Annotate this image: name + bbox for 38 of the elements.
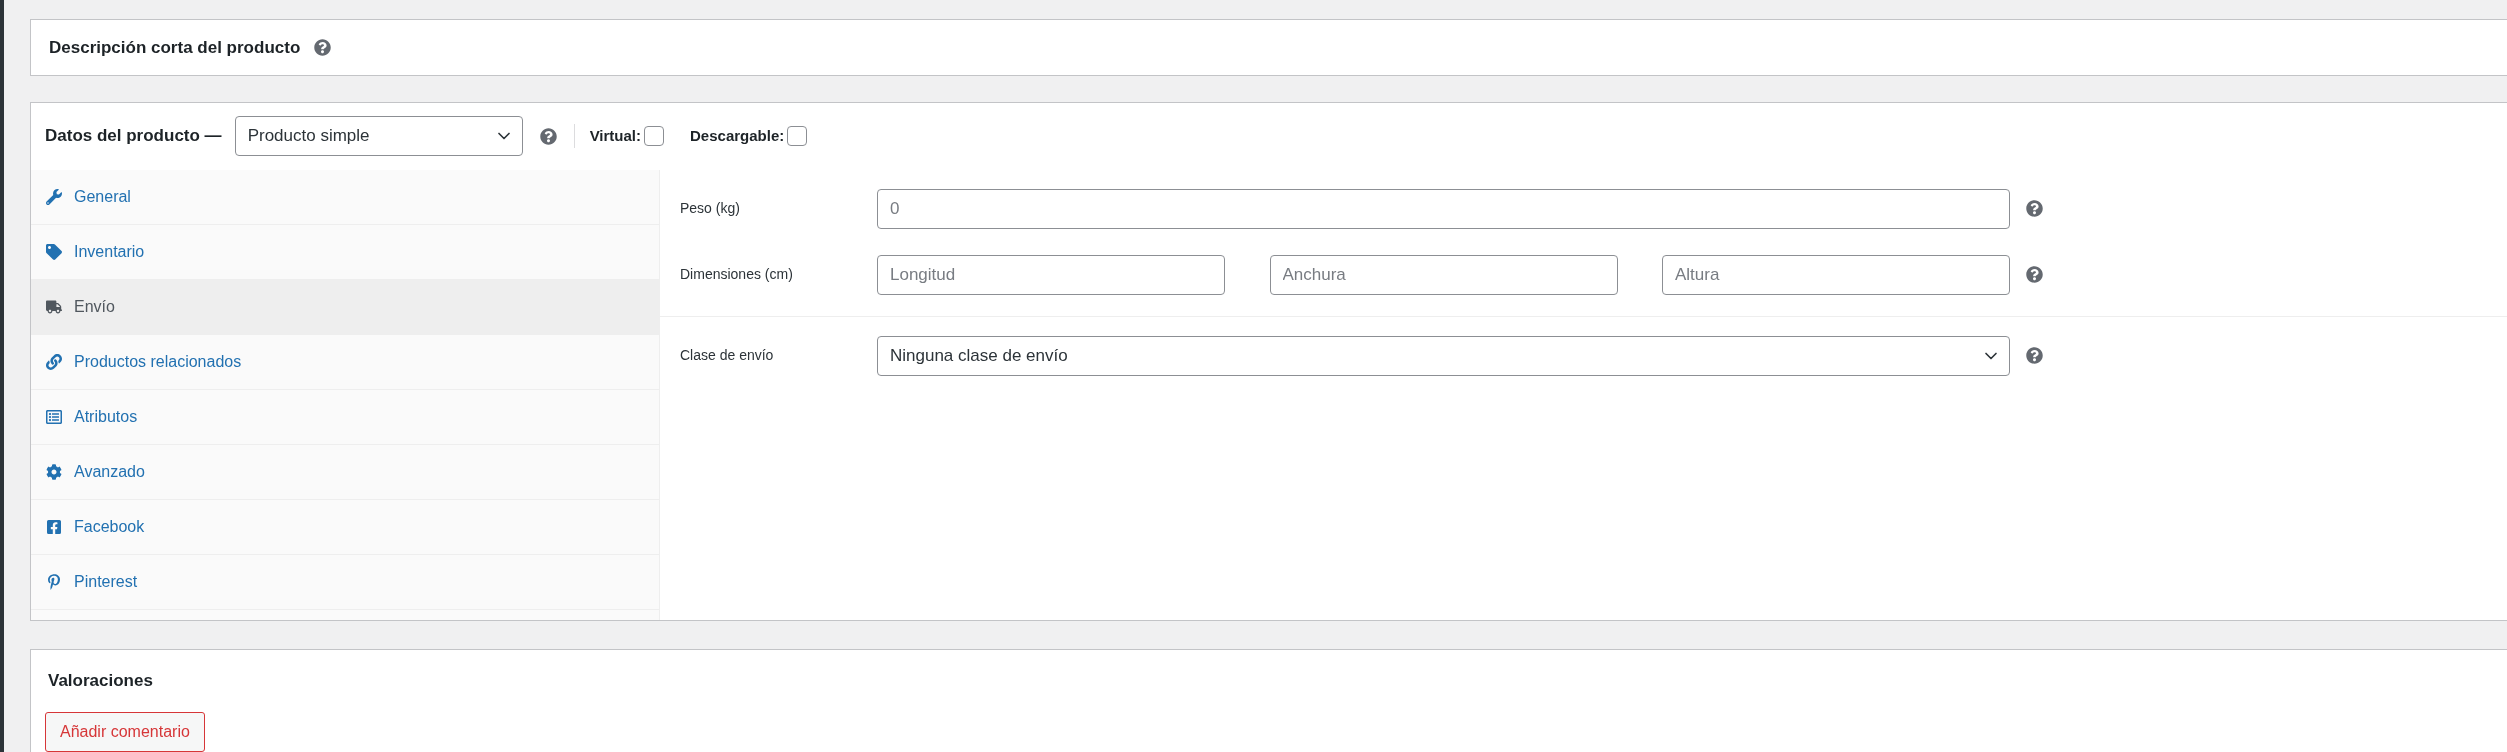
checkbox-label: Descargable: <box>690 125 785 146</box>
help-icon[interactable] <box>314 38 332 56</box>
tag-icon <box>46 243 62 260</box>
checkbox[interactable] <box>787 126 808 147</box>
pinterest-icon <box>46 573 62 590</box>
help-icon[interactable] <box>2026 347 2043 365</box>
panel-title: Descripción corta del producto <box>49 36 301 59</box>
sidebar-tab[interactable]: Avanzado <box>31 444 659 500</box>
wrench-icon <box>46 188 62 205</box>
panel-title: Valoraciones <box>47 669 154 692</box>
weight-input[interactable]: 0 <box>877 188 2010 229</box>
panel-title: Datos del producto — <box>45 125 222 148</box>
sidebar-tab[interactable]: Pinterest <box>31 554 659 610</box>
settings-icon <box>46 463 62 480</box>
facebook-icon <box>46 518 62 535</box>
help-icon[interactable] <box>539 127 557 145</box>
dimension-input[interactable]: Longitud <box>877 254 1225 295</box>
field-label: Peso (kg) <box>680 199 741 219</box>
field-label: Dimensiones (cm) <box>680 265 794 285</box>
dimension-input[interactable]: Altura <box>1662 254 2010 295</box>
help-icon[interactable] <box>2026 200 2043 218</box>
truck-icon <box>46 298 62 315</box>
sidebar-tab[interactable]: Inventario <box>31 224 659 280</box>
sidebar-tab[interactable]: Facebook <box>31 499 659 555</box>
shipping-class-select[interactable]: Ninguna clase de envío <box>877 335 2010 376</box>
checkbox-label: Virtual: <box>589 125 642 146</box>
link-icon <box>46 353 62 370</box>
product-type-select[interactable]: Producto simple <box>234 116 523 157</box>
help-icon[interactable] <box>2026 266 2043 284</box>
field-label: Clase de envío <box>680 346 775 366</box>
sidebar-tab[interactable]: Productos relacionados <box>31 334 659 390</box>
sidebar-tab[interactable]: Atributos <box>31 389 659 445</box>
dimension-input[interactable]: Anchura <box>1269 254 1618 295</box>
list-card-icon <box>46 408 62 425</box>
sidebar-tab[interactable]: General <box>31 169 659 225</box>
sidebar-tab[interactable]: Envío <box>31 279 659 335</box>
checkbox[interactable] <box>644 126 665 147</box>
add-comment-button[interactable]: Añadir comentario <box>45 712 205 752</box>
